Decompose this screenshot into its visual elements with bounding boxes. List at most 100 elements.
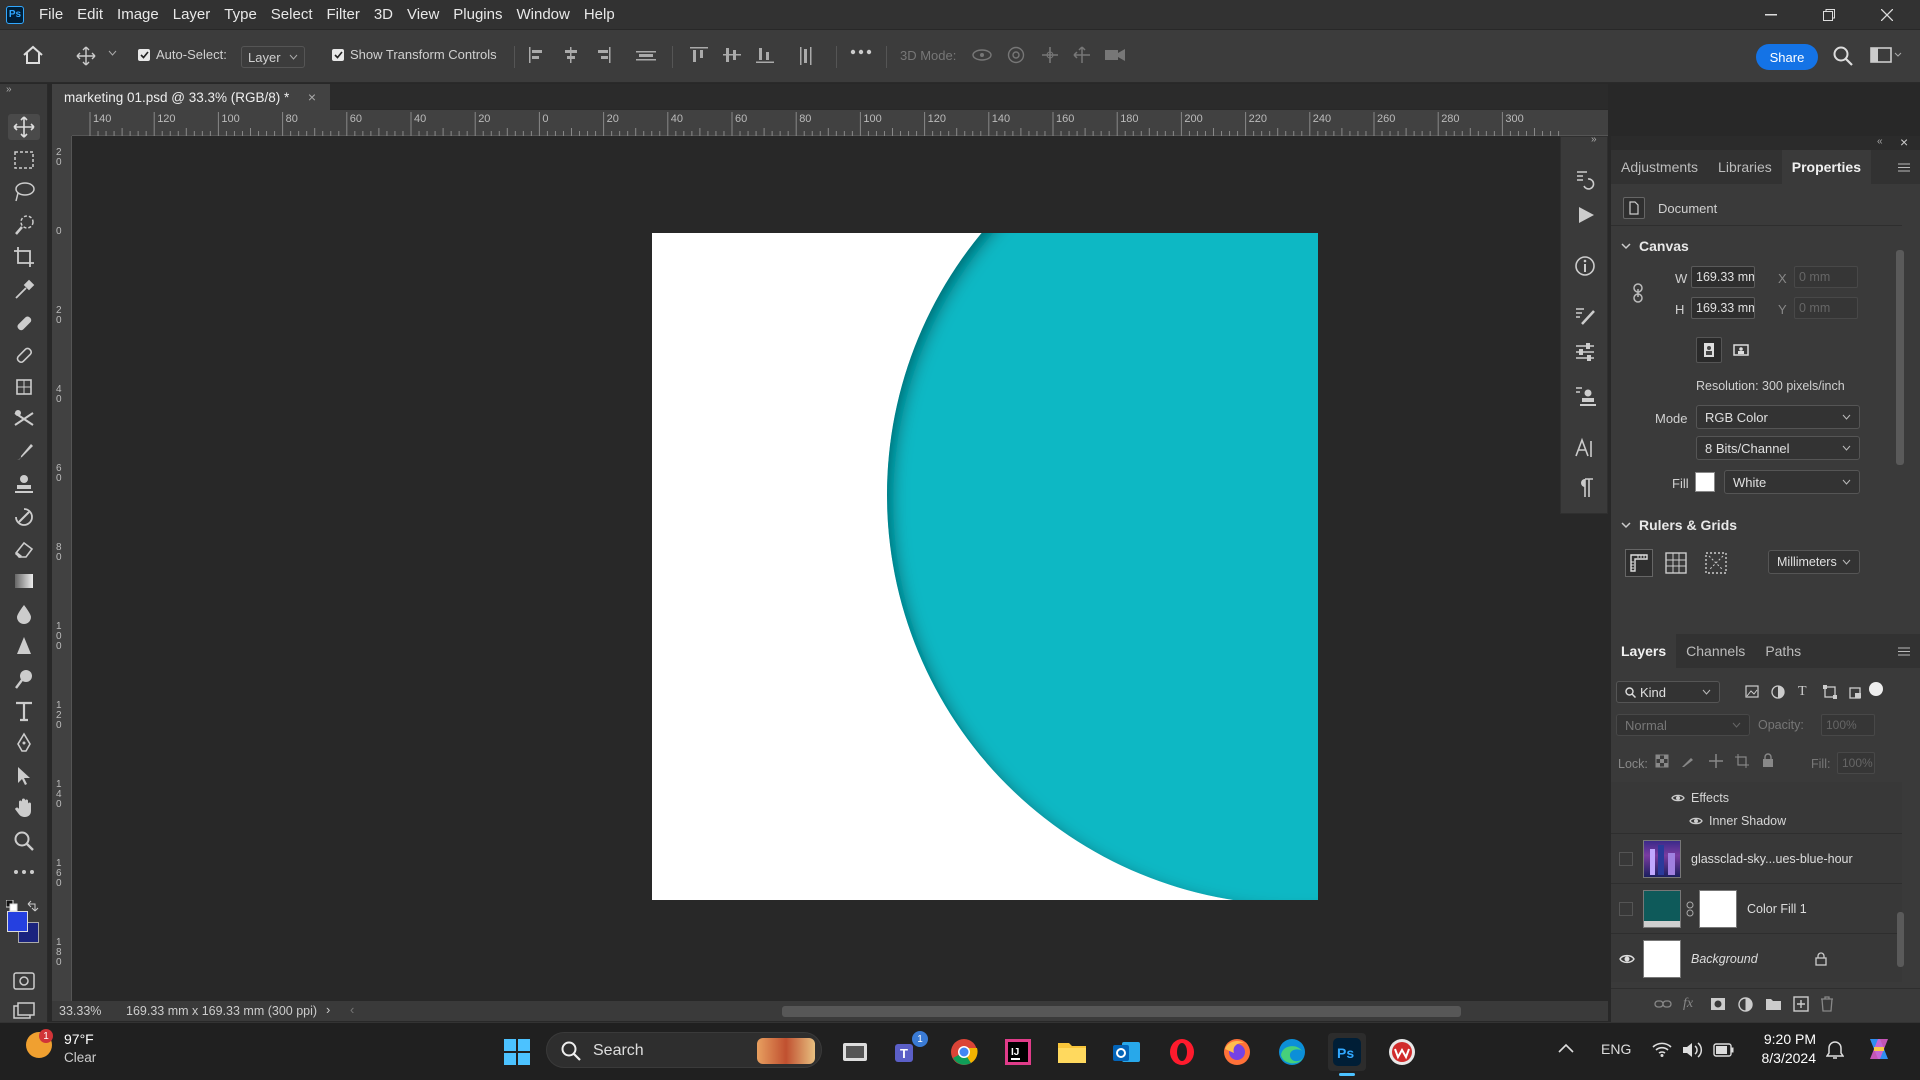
- menu-help[interactable]: Help: [577, 0, 622, 29]
- share-button[interactable]: Share: [1756, 44, 1818, 70]
- start-windows-icon[interactable]: [498, 1033, 536, 1071]
- align-left-icon[interactable]: [528, 47, 546, 63]
- pixel-grid-toggle-icon[interactable]: [1705, 552, 1727, 574]
- visibility-toggle[interactable]: [1619, 901, 1633, 916]
- more-options-icon[interactable]: [850, 49, 872, 55]
- brush-settings-icon[interactable]: [1574, 305, 1596, 327]
- taskbar-search-box[interactable]: Search: [546, 1032, 822, 1068]
- new-group-icon[interactable]: [1765, 997, 1782, 1011]
- path-selection-tool-icon[interactable]: [8, 763, 40, 789]
- menu-view[interactable]: View: [400, 0, 446, 29]
- align-center-icon[interactable]: [562, 47, 580, 63]
- layers-scrollbar[interactable]: [1897, 912, 1904, 967]
- menu-filter[interactable]: Filter: [320, 0, 367, 29]
- lock-position-icon[interactable]: [1708, 753, 1724, 769]
- stamp-tool-icon[interactable]: [8, 471, 40, 497]
- gradient-tool-icon[interactable]: [8, 568, 40, 594]
- edge-icon[interactable]: [1273, 1033, 1311, 1071]
- distribute-vertical-icon[interactable]: [798, 47, 814, 65]
- add-mask-icon[interactable]: [1710, 997, 1726, 1011]
- rulers-grids-section-header[interactable]: Rulers & Grids: [1621, 517, 1737, 533]
- outlook-icon[interactable]: [1108, 1033, 1146, 1071]
- character-panel-icon[interactable]: [1574, 437, 1596, 459]
- auto-select-checkbox[interactable]: Auto-Select:: [138, 47, 227, 62]
- align-right-icon[interactable]: [594, 47, 612, 63]
- opacity-field[interactable]: 100%: [1821, 714, 1875, 736]
- chrome-icon[interactable]: [945, 1033, 983, 1071]
- actions-play-icon[interactable]: [1576, 205, 1596, 225]
- menu-layer[interactable]: Layer: [166, 0, 218, 29]
- lock-transparent-icon[interactable]: [1655, 754, 1669, 768]
- more-tools-icon[interactable]: [8, 859, 40, 885]
- align-top-icon[interactable]: [690, 47, 708, 63]
- menu-image[interactable]: Image: [110, 0, 166, 29]
- effects-row[interactable]: Effects: [1671, 791, 1729, 805]
- spot-healing-tool-icon[interactable]: [8, 310, 40, 336]
- marquee-tool-icon[interactable]: [8, 147, 40, 173]
- info-icon[interactable]: [1574, 255, 1596, 277]
- document-canvas[interactable]: [652, 233, 1318, 900]
- align-middle-icon[interactable]: [723, 47, 741, 63]
- tab-adjustments[interactable]: Adjustments: [1611, 150, 1708, 184]
- intellij-icon[interactable]: IJ: [999, 1033, 1037, 1071]
- eyedropper-tool-icon[interactable]: [8, 277, 40, 303]
- home-icon[interactable]: [22, 45, 44, 65]
- weather-temperature[interactable]: 97°F: [64, 1031, 94, 1047]
- tab-layers[interactable]: Layers: [1611, 634, 1677, 668]
- chevron-up-icon[interactable]: [1558, 1043, 1574, 1053]
- menu-edit[interactable]: Edit: [70, 0, 110, 29]
- visibility-toggle[interactable]: [1619, 851, 1633, 866]
- history-panel-icon[interactable]: [1574, 169, 1596, 191]
- clock-date[interactable]: 8/3/2024: [1752, 1050, 1817, 1066]
- crop-tool-icon[interactable]: [8, 244, 40, 270]
- filter-type-icon[interactable]: T: [1798, 684, 1807, 700]
- lock-all-icon[interactable]: [1762, 753, 1774, 768]
- chevron-left-icon[interactable]: ‹: [350, 1002, 354, 1017]
- task-view-icon[interactable]: [836, 1033, 874, 1071]
- chevron-down-icon[interactable]: [108, 50, 117, 56]
- opera-icon[interactable]: [1163, 1033, 1201, 1071]
- eye-icon[interactable]: [1619, 953, 1635, 965]
- history-brush-icon[interactable]: [8, 504, 40, 530]
- sharpen-tool-icon[interactable]: [8, 633, 40, 659]
- tab-paths[interactable]: Paths: [1755, 634, 1811, 668]
- width-field[interactable]: 169.33 mm: [1691, 266, 1755, 288]
- search-icon[interactable]: [1833, 46, 1853, 66]
- expand-chevrons-icon[interactable]: »: [1591, 134, 1597, 145]
- weather-description[interactable]: Clear: [64, 1050, 96, 1065]
- eraser-tool-icon[interactable]: [8, 536, 40, 562]
- eye-icon[interactable]: [1689, 816, 1703, 826]
- menu-window[interactable]: Window: [509, 0, 576, 29]
- distribute-horizontal-icon[interactable]: [636, 47, 656, 63]
- panel-menu-icon[interactable]: [1898, 647, 1910, 656]
- height-field[interactable]: 169.33 mm: [1691, 297, 1755, 319]
- filter-shape-icon[interactable]: [1823, 685, 1837, 699]
- zoom-tool-icon[interactable]: [8, 828, 40, 854]
- inner-shadow-row[interactable]: Inner Shadow: [1689, 814, 1786, 828]
- tab-libraries[interactable]: Libraries: [1708, 150, 1782, 184]
- swap-colors-icon[interactable]: [27, 900, 39, 912]
- adjustments-sliders-icon[interactable]: [1574, 341, 1596, 363]
- delete-layer-icon[interactable]: [1820, 996, 1834, 1012]
- chevron-right-icon[interactable]: ›: [326, 1002, 330, 1017]
- auto-select-dropdown[interactable]: Layer: [241, 46, 305, 68]
- layer-row[interactable]: Color Fill 1: [1611, 883, 1902, 933]
- layer-mask-thumbnail[interactable]: [1699, 889, 1737, 928]
- copilot-icon[interactable]: [1864, 1035, 1894, 1063]
- wifi-icon[interactable]: [1652, 1041, 1672, 1057]
- mask-link-icon[interactable]: [1685, 901, 1695, 917]
- wps-office-icon[interactable]: [1383, 1033, 1421, 1071]
- layer-row[interactable]: glassclad-sky...ues-blue-hour: [1611, 833, 1902, 883]
- fill-opacity-field[interactable]: 100%: [1837, 752, 1875, 774]
- menu-plugins[interactable]: Plugins: [446, 0, 509, 29]
- bit-depth-dropdown[interactable]: 8 Bits/Channel: [1696, 436, 1860, 460]
- tab-properties[interactable]: Properties: [1781, 150, 1871, 184]
- filter-adjustment-icon[interactable]: [1771, 685, 1785, 699]
- adjustment-layer-icon[interactable]: [1738, 997, 1753, 1012]
- close-icon[interactable]: [1858, 0, 1916, 29]
- move-tool-icon[interactable]: [76, 46, 96, 66]
- eye-icon[interactable]: [1671, 793, 1685, 803]
- pen-tool-icon[interactable]: [8, 730, 40, 756]
- panel-menu-icon[interactable]: [1898, 163, 1910, 172]
- foreground-color-swatch[interactable]: [7, 911, 28, 932]
